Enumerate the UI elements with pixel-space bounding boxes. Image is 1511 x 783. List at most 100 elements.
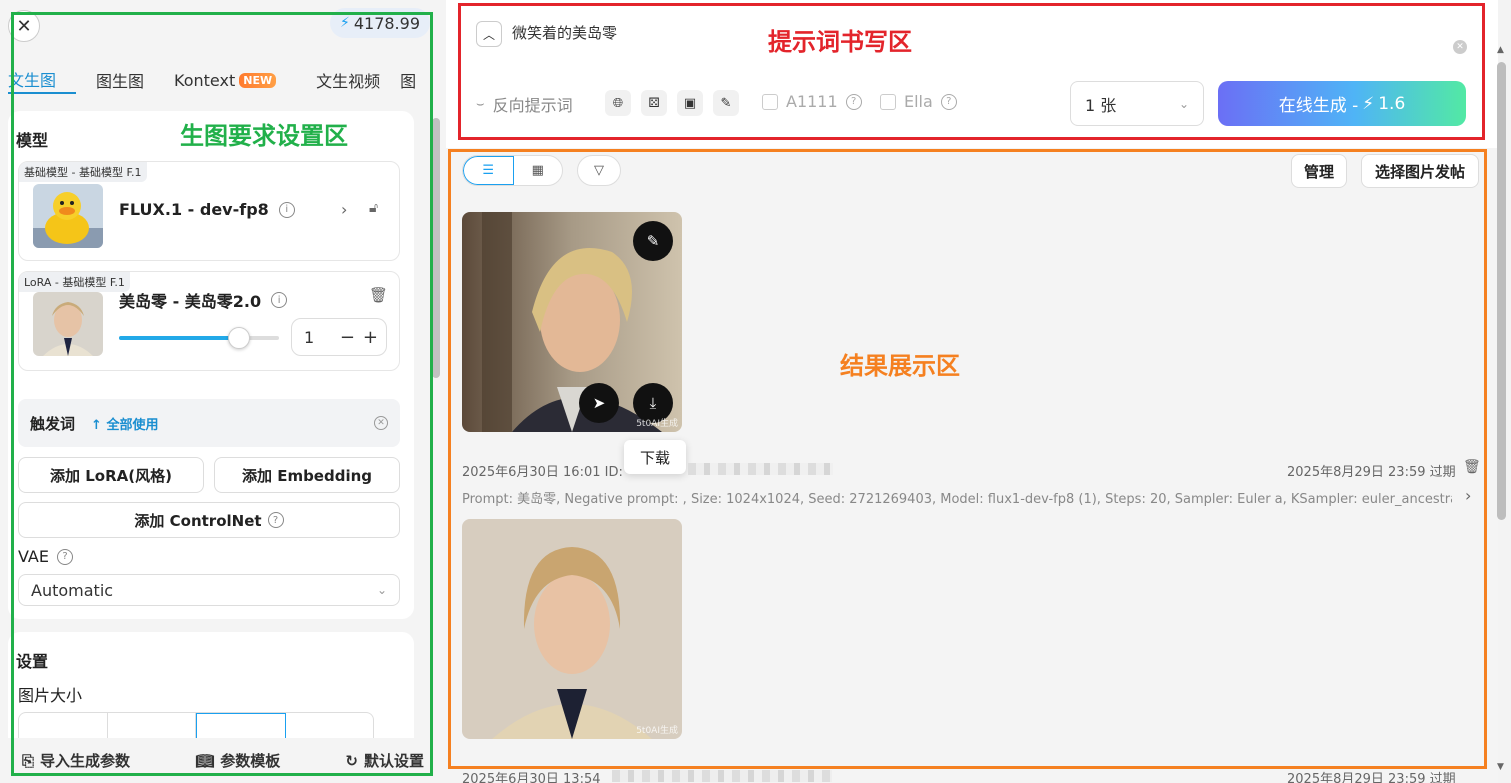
result-expire: 2025年8月29日 23:59 过期 (1287, 772, 1456, 783)
tab-text-to-video[interactable]: 文生视频 (296, 66, 400, 94)
magic-wand-icon[interactable]: ✎ (713, 90, 739, 116)
base-model-tag: 基础模型 - 基础模型 F.1 (19, 162, 147, 182)
credits-value: 4178.99 (353, 13, 420, 33)
download-tooltip: 下载 (624, 440, 686, 474)
add-embedding-button[interactable]: 添加 Embedding (214, 457, 400, 493)
chevron-down-icon: ⌄ (1178, 96, 1189, 111)
slider-fill (119, 336, 239, 340)
help-icon[interactable]: ? (940, 93, 957, 110)
bottom-toolbar: ⎘ 导入生成参数 📖︎ 参数模板 ↻ 默认设置 (0, 738, 446, 783)
eye-closed-icon: ⌣ (476, 96, 485, 112)
lightning-icon: ⚡ (339, 15, 350, 31)
scrollbar[interactable] (432, 118, 440, 378)
globe-icon[interactable]: 🌐︎ (605, 90, 631, 116)
clear-prompt-button[interactable]: ✕ (1453, 40, 1467, 54)
redacted-id (688, 463, 833, 475)
model-section-title: 模型 (16, 131, 49, 150)
result-image[interactable]: 5t0AI生成 (462, 519, 682, 739)
result-expire: 2025年8月29日 23:59 过期 (1287, 465, 1456, 480)
chevron-right-icon[interactable]: › (1465, 486, 1471, 505)
a1111-checkbox[interactable]: A1111 ? (762, 92, 862, 111)
view-toggle: ☰ ▦ (462, 155, 563, 186)
plus-button[interactable]: + (363, 327, 378, 348)
import-icon: ⎘ (22, 751, 35, 770)
info-icon[interactable]: i (271, 292, 288, 308)
unlock-icon[interactable]: 🔓︎ (369, 200, 378, 216)
grid-view-icon[interactable]: ▦ (514, 156, 563, 185)
image-count-select[interactable]: 1 张 ⌄ (1070, 81, 1204, 126)
weight-value[interactable]: 1 (304, 328, 314, 347)
minus-button[interactable]: − (340, 327, 355, 348)
negative-prompt-toggle[interactable]: ⌣ 反向提示词 (476, 92, 573, 116)
tab-image-to-image[interactable]: 图生图 (76, 66, 164, 94)
tab-text-to-image[interactable]: 文生图 (8, 66, 77, 94)
image-size-label: 图片大小 (18, 686, 83, 705)
edit-image-icon[interactable]: ✎ (633, 221, 673, 261)
close-icon: ✕ (16, 15, 32, 37)
tab-kontext[interactable]: Kontext NEW (164, 66, 296, 94)
model-card: 模型 基础模型 - 基础模型 F.1 FLUX.1 - dev-fp8 i › … (8, 111, 414, 619)
book-icon: 📖︎ (195, 751, 215, 770)
lora-name: 美岛零 - 美岛零2.0 i (119, 288, 288, 312)
new-badge: NEW (239, 72, 277, 88)
add-lora-button[interactable]: 添加 LoRA(风格) (18, 457, 204, 493)
collapse-button[interactable]: ︿ (476, 21, 502, 47)
slider-handle[interactable] (228, 327, 250, 349)
result-prompt-details: Prompt: 美岛零, Negative prompt: , Size: 10… (462, 492, 1452, 507)
lora-tag: LoRA - 基础模型 F.1 (19, 272, 130, 292)
clear-icon[interactable]: ✕ (374, 416, 388, 430)
scrollbar[interactable] (1497, 62, 1506, 520)
dice-icon[interactable]: ⚄ (641, 90, 667, 116)
trigger-label: 触发词 (30, 414, 76, 433)
chevron-right-icon[interactable]: › (341, 200, 347, 219)
list-view-icon[interactable]: ☰ (463, 156, 514, 185)
scroll-up-arrow[interactable]: ▲ (1497, 45, 1504, 55)
lora-box: LoRA - 基础模型 F.1 美岛零 - 美岛零2.0 i 🗑︎ 1 − + (18, 271, 400, 371)
base-model-box[interactable]: 基础模型 - 基础模型 F.1 FLUX.1 - dev-fp8 i › 🔓︎ (18, 161, 400, 261)
help-icon[interactable]: ? (845, 93, 862, 110)
credits-badge: ⚡ 4178.99 (329, 8, 430, 38)
reset-icon: ↻ (345, 751, 358, 770)
filter-icon[interactable]: ▽ (577, 155, 621, 186)
trigger-words-box: 触发词 ↑ 全部使用 ✕ (18, 399, 400, 447)
prompt-input[interactable]: 微笑着的美岛零 (512, 22, 617, 43)
scroll-down-arrow[interactable]: ▼ (1497, 762, 1504, 772)
base-model-thumbnail (33, 184, 103, 248)
import-params-button[interactable]: ⎘ 导入生成参数 (22, 750, 130, 771)
settings-zone-label: 生图要求设置区 (180, 122, 348, 150)
result-image[interactable]: ✎ ➤ ⤓ 5t0AI生成 (462, 212, 682, 432)
settings-title: 设置 (16, 652, 49, 671)
result-date: 2025年6月30日 16:01 ID: (462, 465, 623, 480)
image-icon[interactable]: ▣ (677, 90, 703, 116)
lightning-icon: ⚡ (1362, 93, 1375, 114)
trash-icon[interactable]: 🗑︎ (369, 286, 388, 304)
post-image-button[interactable]: 选择图片发帖 (1361, 154, 1479, 188)
result-zone-label: 结果展示区 (840, 352, 960, 380)
close-button[interactable]: ✕ (8, 10, 40, 42)
help-icon[interactable]: ? (56, 548, 73, 565)
default-settings-button[interactable]: ↻ 默认设置 (345, 750, 424, 771)
chevron-down-icon: ⌄ (376, 583, 387, 597)
help-icon[interactable]: ? (267, 512, 284, 528)
vae-select[interactable]: Automatic ⌄ (18, 574, 400, 606)
lora-weight-stepper[interactable]: 1 − + (291, 318, 387, 356)
chevron-up-icon: ︿ (482, 27, 495, 42)
generate-button[interactable]: 在线生成 - ⚡ 1.6 (1218, 81, 1466, 126)
manage-button[interactable]: 管理 (1291, 154, 1347, 188)
tab-more[interactable]: 图 (400, 66, 420, 94)
use-all-button[interactable]: ↑ 全部使用 (91, 414, 158, 433)
trash-icon[interactable]: 🗑︎ (1463, 459, 1481, 475)
lora-thumbnail (33, 292, 103, 356)
send-icon[interactable]: ➤ (579, 383, 619, 423)
result-date: 2025年6月30日 13:54 (462, 772, 601, 783)
watermark: 5t0AI生成 (636, 726, 678, 736)
ella-checkbox[interactable]: Ella ? (880, 92, 957, 111)
param-template-button[interactable]: 📖︎ 参数模板 (195, 750, 280, 771)
prompt-zone-label: 提示词书写区 (768, 28, 912, 56)
base-model-name: FLUX.1 - dev-fp8 i (119, 200, 295, 219)
add-controlnet-button[interactable]: 添加 ControlNet ? (18, 502, 400, 538)
watermark: 5t0AI生成 (636, 419, 678, 429)
lora-weight-slider[interactable] (119, 327, 279, 349)
mode-tabs: 文生图 图生图 Kontext NEW 文生视频 图 (8, 66, 438, 100)
info-icon[interactable]: i (278, 201, 295, 218)
